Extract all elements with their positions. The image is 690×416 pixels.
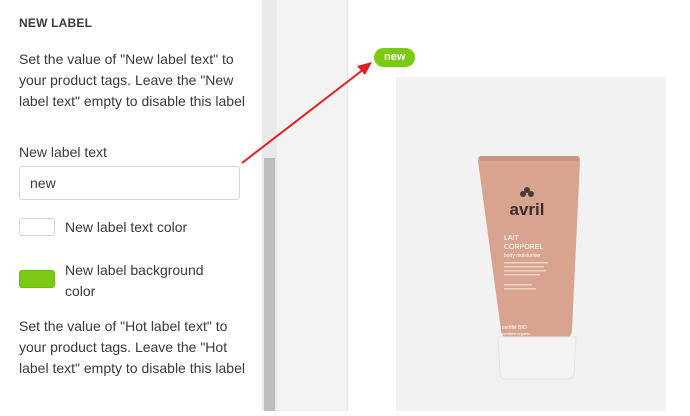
background-color-label: New label background color [65,262,204,299]
product-tube-illustration: avril LAIT CORPOREL body moisturiser cer… [478,156,580,380]
product-cert-en: certified organic [502,331,530,336]
hot-label-description: Set the value of "Hot label text" to you… [19,318,245,376]
new-label-text-input[interactable] [19,166,240,200]
product-line2: CORPOREL [504,244,543,251]
product-subtitle: body moisturiser [504,253,541,259]
product-text-line [504,270,546,272]
product-line1: LAIT [504,235,520,242]
product-text-line [504,266,544,268]
product-image[interactable]: avril LAIT CORPOREL body moisturiser cer… [396,77,666,411]
scrollbar-thumb[interactable] [264,158,275,411]
new-label-text-label: New label text [19,144,107,160]
new-label-badge: new [374,48,416,67]
product-brand: avril [510,200,545,219]
tube-crimp [480,156,578,161]
background-color-swatch[interactable] [19,270,55,288]
text-color-label: New label text color [65,219,188,235]
product-text-line [504,262,548,264]
product-text-line [504,274,540,276]
tube-cap [497,336,577,380]
preview-gutter [277,0,347,411]
product-text-line [504,284,532,286]
settings-panel: NEW LABEL Set the value of "New label te… [0,0,262,411]
section-title: NEW LABEL [19,16,93,30]
product-text-line [504,288,536,290]
text-color-swatch[interactable] [19,218,55,236]
new-label-description: Set the value of "New label text" to you… [19,51,245,109]
